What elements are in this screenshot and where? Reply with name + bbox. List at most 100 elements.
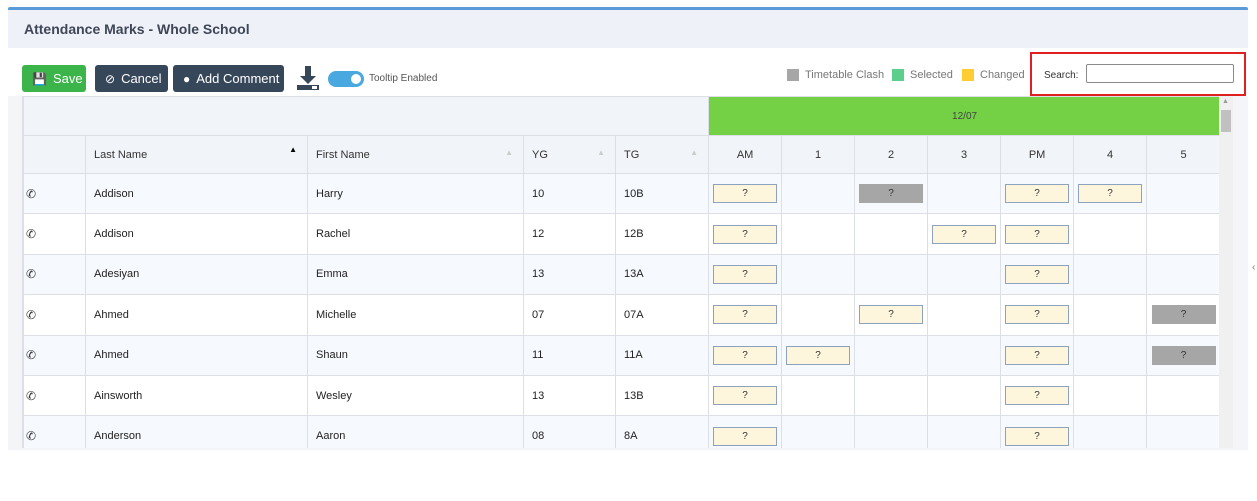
attendance-mark[interactable]: ?	[713, 426, 778, 446]
mark-cell[interactable]	[781, 294, 856, 336]
mark-cell[interactable]	[927, 172, 1002, 215]
column-header-session[interactable]: AM	[708, 135, 783, 174]
column-header-session[interactable]: 5	[1146, 135, 1219, 174]
column-header-tg[interactable]: TG ▲	[614, 135, 710, 174]
mark-cell[interactable]	[781, 374, 856, 417]
mark-cell[interactable]	[781, 172, 856, 215]
tooltip-toggle[interactable]	[328, 71, 364, 87]
scrollbar-thumb[interactable]	[1221, 110, 1231, 132]
mark-cell[interactable]: ?	[781, 334, 856, 376]
mark-cell[interactable]	[927, 334, 1002, 376]
attendance-mark[interactable]: ?	[713, 345, 778, 365]
mark-cell[interactable]	[1146, 415, 1219, 448]
mark-cell[interactable]	[1146, 213, 1219, 255]
phone-icon[interactable]: ✆	[23, 415, 86, 448]
mark-cell[interactable]: ?	[1000, 213, 1075, 255]
mark-cell[interactable]	[1146, 172, 1219, 215]
attendance-mark[interactable]: ?	[1151, 345, 1216, 365]
mark-cell[interactable]	[781, 213, 856, 255]
attendance-mark[interactable]: ?	[713, 184, 778, 204]
attendance-mark[interactable]: ?	[713, 305, 778, 325]
mark-cell[interactable]: ?	[708, 172, 783, 215]
download-icon[interactable]	[296, 65, 320, 91]
mark-cell[interactable]	[781, 415, 856, 448]
attendance-mark[interactable]: ?	[1151, 305, 1216, 325]
column-header-last-name[interactable]: Last Name ▲	[85, 135, 308, 174]
attendance-mark[interactable]: ?	[1005, 386, 1070, 406]
mark-cell[interactable]	[854, 213, 929, 255]
mark-cell[interactable]: ?	[1000, 334, 1075, 376]
phone-icon[interactable]: ✆	[23, 253, 86, 296]
scroll-up-arrow-icon[interactable]: ▲	[1222, 98, 1229, 105]
sort-icon[interactable]: ▲	[597, 148, 605, 157]
mark-cell[interactable]	[854, 334, 929, 376]
mark-cell[interactable]: ?	[1073, 172, 1148, 215]
phone-icon[interactable]: ✆	[23, 213, 86, 255]
column-header-session[interactable]: 1	[781, 135, 856, 174]
mark-cell[interactable]: ?	[1146, 334, 1219, 376]
mark-cell[interactable]	[927, 374, 1002, 417]
mark-cell[interactable]	[1073, 294, 1148, 336]
column-header-yg[interactable]: YG ▲	[523, 135, 616, 174]
mark-cell[interactable]: ?	[708, 294, 783, 336]
attendance-mark[interactable]: ?	[859, 305, 924, 325]
sort-ascending-icon[interactable]: ▲	[289, 145, 297, 154]
mark-cell[interactable]: ?	[708, 415, 783, 448]
attendance-mark[interactable]: ?	[786, 345, 851, 365]
table-row[interactable]: ✆ Ahmed Shaun 11 11A????	[23, 334, 1219, 376]
table-row[interactable]: ✆ Ahmed Michelle 07 07A????	[23, 294, 1219, 336]
mark-cell[interactable]	[854, 374, 929, 417]
mark-cell[interactable]	[854, 253, 929, 296]
attendance-mark[interactable]: ?	[859, 184, 924, 204]
column-header-session[interactable]: 3	[927, 135, 1002, 174]
mark-cell[interactable]: ?	[708, 213, 783, 255]
table-row[interactable]: ✆ Ainsworth Wesley 13 13B??	[23, 374, 1219, 417]
mark-cell[interactable]	[781, 253, 856, 296]
search-input[interactable]	[1086, 64, 1234, 83]
mark-cell[interactable]: ?	[854, 172, 929, 215]
table-row[interactable]: ✆ Addison Harry 10 10B????	[23, 172, 1219, 215]
table-row[interactable]: ✆ Anderson Aaron 08 8A??	[23, 415, 1219, 448]
mark-cell[interactable]: ?	[1000, 172, 1075, 215]
phone-icon[interactable]: ✆	[23, 294, 86, 336]
column-header-first-name[interactable]: First Name ▲	[307, 135, 524, 174]
column-header-session[interactable]: 4	[1073, 135, 1148, 174]
attendance-mark[interactable]: ?	[713, 264, 778, 284]
add-comment-button[interactable]: ● Add Comment	[173, 65, 284, 92]
phone-icon[interactable]: ✆	[23, 172, 86, 215]
mark-cell[interactable]: ?	[1000, 294, 1075, 336]
mark-cell[interactable]	[854, 415, 929, 448]
mark-cell[interactable]	[1073, 334, 1148, 376]
mark-cell[interactable]: ?	[854, 294, 929, 336]
attendance-mark[interactable]: ?	[1078, 184, 1143, 204]
mark-cell[interactable]: ?	[1000, 415, 1075, 448]
mark-cell[interactable]: ?	[1000, 374, 1075, 417]
attendance-mark[interactable]: ?	[713, 224, 778, 244]
sort-icon[interactable]: ▲	[690, 148, 698, 157]
attendance-mark[interactable]: ?	[713, 386, 778, 406]
table-row[interactable]: ✆ Addison Rachel 12 12B???	[23, 213, 1219, 255]
grid-scrollbar[interactable]: ▲	[1219, 96, 1233, 448]
mark-cell[interactable]	[927, 253, 1002, 296]
attendance-mark[interactable]: ?	[932, 224, 997, 244]
mark-cell[interactable]	[927, 415, 1002, 448]
mark-cell[interactable]: ?	[1000, 253, 1075, 296]
phone-icon[interactable]: ✆	[23, 374, 86, 417]
mark-cell[interactable]	[1073, 213, 1148, 255]
mark-cell[interactable]: ?	[708, 253, 783, 296]
mark-cell[interactable]	[1146, 374, 1219, 417]
mark-cell[interactable]	[1073, 415, 1148, 448]
attendance-mark[interactable]: ?	[1005, 345, 1070, 365]
attendance-mark[interactable]: ?	[1005, 264, 1070, 284]
phone-icon[interactable]: ✆	[23, 334, 86, 376]
attendance-mark[interactable]: ?	[1005, 305, 1070, 325]
table-row[interactable]: ✆ Adesiyan Emma 13 13A??	[23, 253, 1219, 296]
mark-cell[interactable]	[1073, 374, 1148, 417]
mark-cell[interactable]	[1073, 253, 1148, 296]
column-header-session[interactable]: PM	[1000, 135, 1075, 174]
attendance-mark[interactable]: ?	[1005, 426, 1070, 446]
attendance-mark[interactable]: ?	[1005, 224, 1070, 244]
attendance-mark[interactable]: ?	[1005, 184, 1070, 204]
mark-cell[interactable]: ?	[708, 374, 783, 417]
save-button[interactable]: 💾 Save	[22, 65, 86, 92]
